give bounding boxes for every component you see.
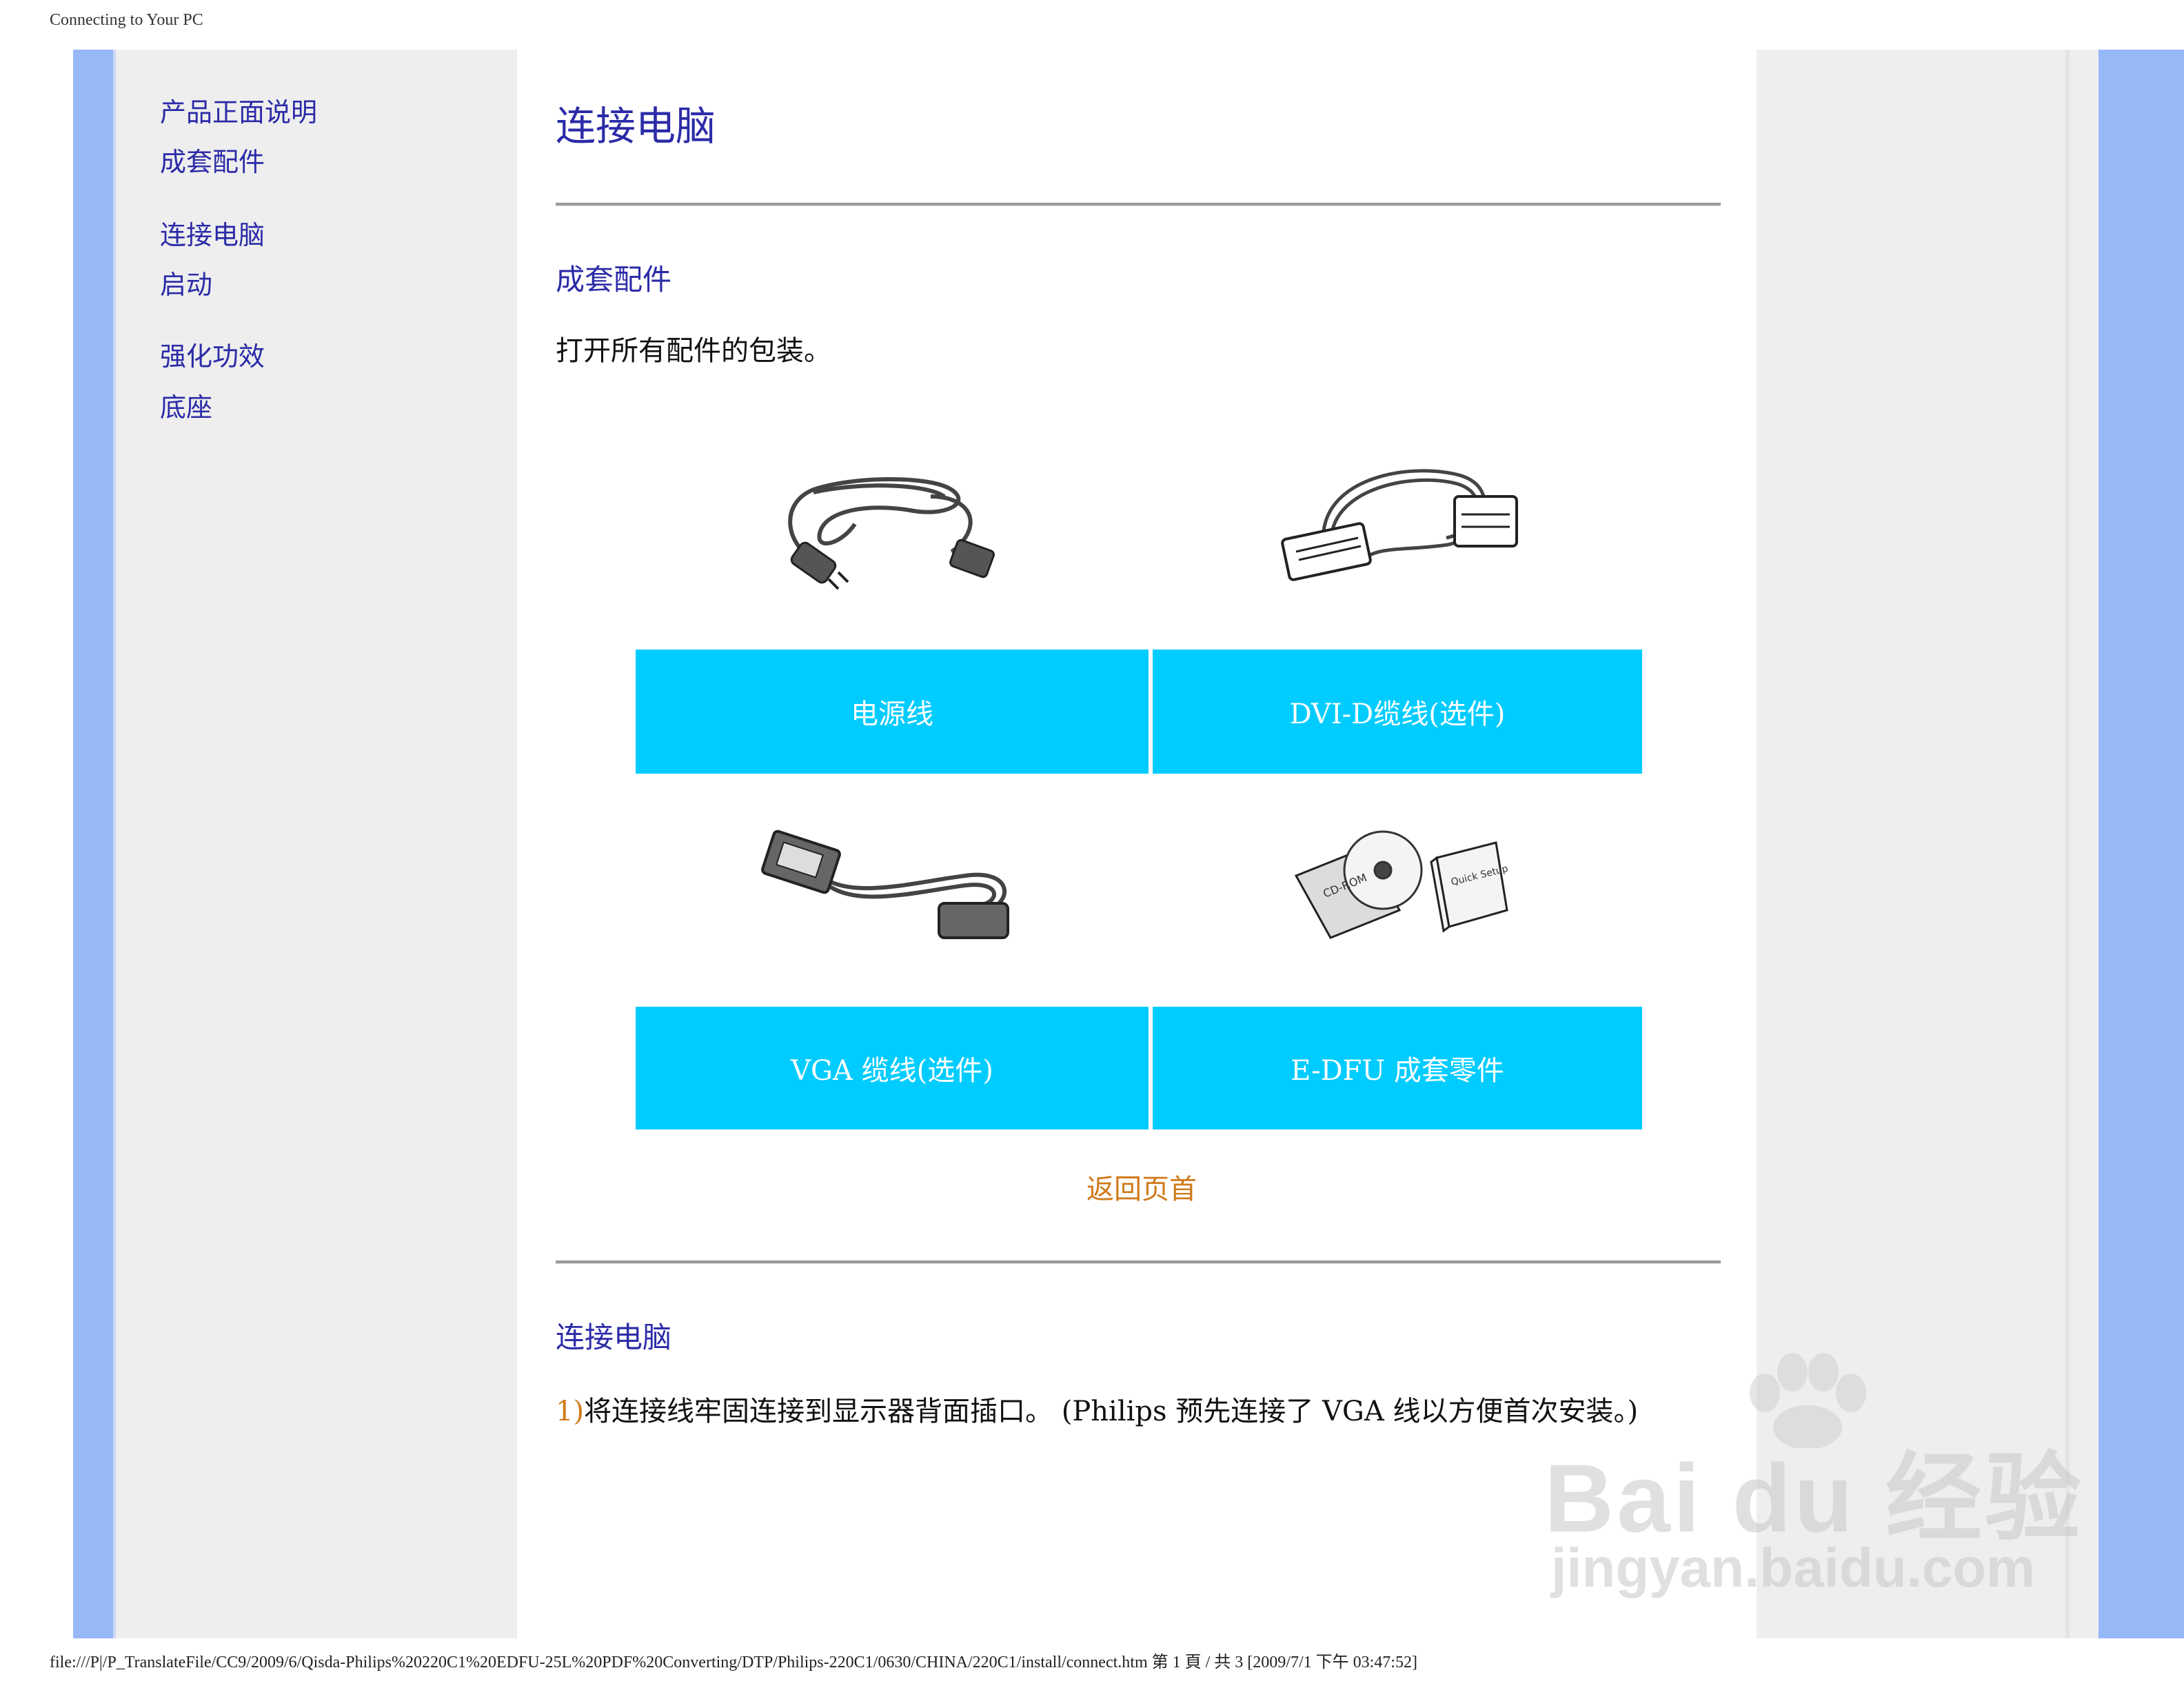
cd-rom-and-guide-icon: CD-ROM Quick Setup Guide xyxy=(1294,830,1510,939)
left-blue-strip xyxy=(73,50,113,1638)
sidebar-item-accessories[interactable]: 成套配件 xyxy=(160,141,265,179)
connect-heading: 连接电脑 xyxy=(556,1320,672,1354)
divider-rule xyxy=(556,203,1721,206)
vga-cable-icon xyxy=(761,830,1009,939)
sidebar-item-connect-pc[interactable]: 连接电脑 xyxy=(160,214,265,252)
dvi-cable-icon xyxy=(1281,469,1518,581)
connect-step-1: 1)将连接线牢固连接到显示器背面插口。 (Philips 预先连接了 VGA 线… xyxy=(556,1389,1638,1429)
divider-rule-2 xyxy=(556,1260,1721,1264)
power-cord-icon xyxy=(788,477,995,590)
step-number: 1) xyxy=(556,1396,585,1427)
footer-file-path: file:///P|/P_TranslateFile/CC9/2009/6/Qi… xyxy=(50,1654,1417,1671)
sidebar-item-getting-started[interactable]: 启动 xyxy=(160,263,212,301)
page-title: 连接电脑 xyxy=(556,103,716,150)
sidebar-item-front-description[interactable]: 产品正面说明 xyxy=(160,91,317,129)
accessory-label-dvi-cable: DVI-D缆线(选件) xyxy=(1153,650,1642,774)
right-blue-strip xyxy=(2099,50,2184,1638)
step-text: 将连接线牢固连接到显示器背面插口。 (Philips 预先连接了 VGA 线以方… xyxy=(584,1396,1639,1427)
back-to-top-link[interactable]: 返回页首 xyxy=(1086,1167,1197,1207)
baidu-watermark: Bai du 经验 jingyan.baidu.com xyxy=(1544,1352,2081,1600)
accessory-label-edfu-kit: E-DFU 成套零件 xyxy=(1153,1007,1642,1129)
sidebar-item-base[interactable]: 底座 xyxy=(160,386,212,424)
page-header-title: Connecting to Your PC xyxy=(50,11,203,29)
sidebar-item-optimize-performance[interactable]: 强化功效 xyxy=(160,335,265,373)
accessories-heading: 成套配件 xyxy=(556,263,672,297)
watermark-domain: jingyan.baidu.com xyxy=(1551,1537,2036,1598)
accessories-intro: 打开所有配件的包装。 xyxy=(556,335,831,367)
accessory-label-power-cord: 电源线 xyxy=(636,650,1149,774)
accessory-label-vga-cable: VGA 缆线(选件) xyxy=(636,1007,1149,1129)
